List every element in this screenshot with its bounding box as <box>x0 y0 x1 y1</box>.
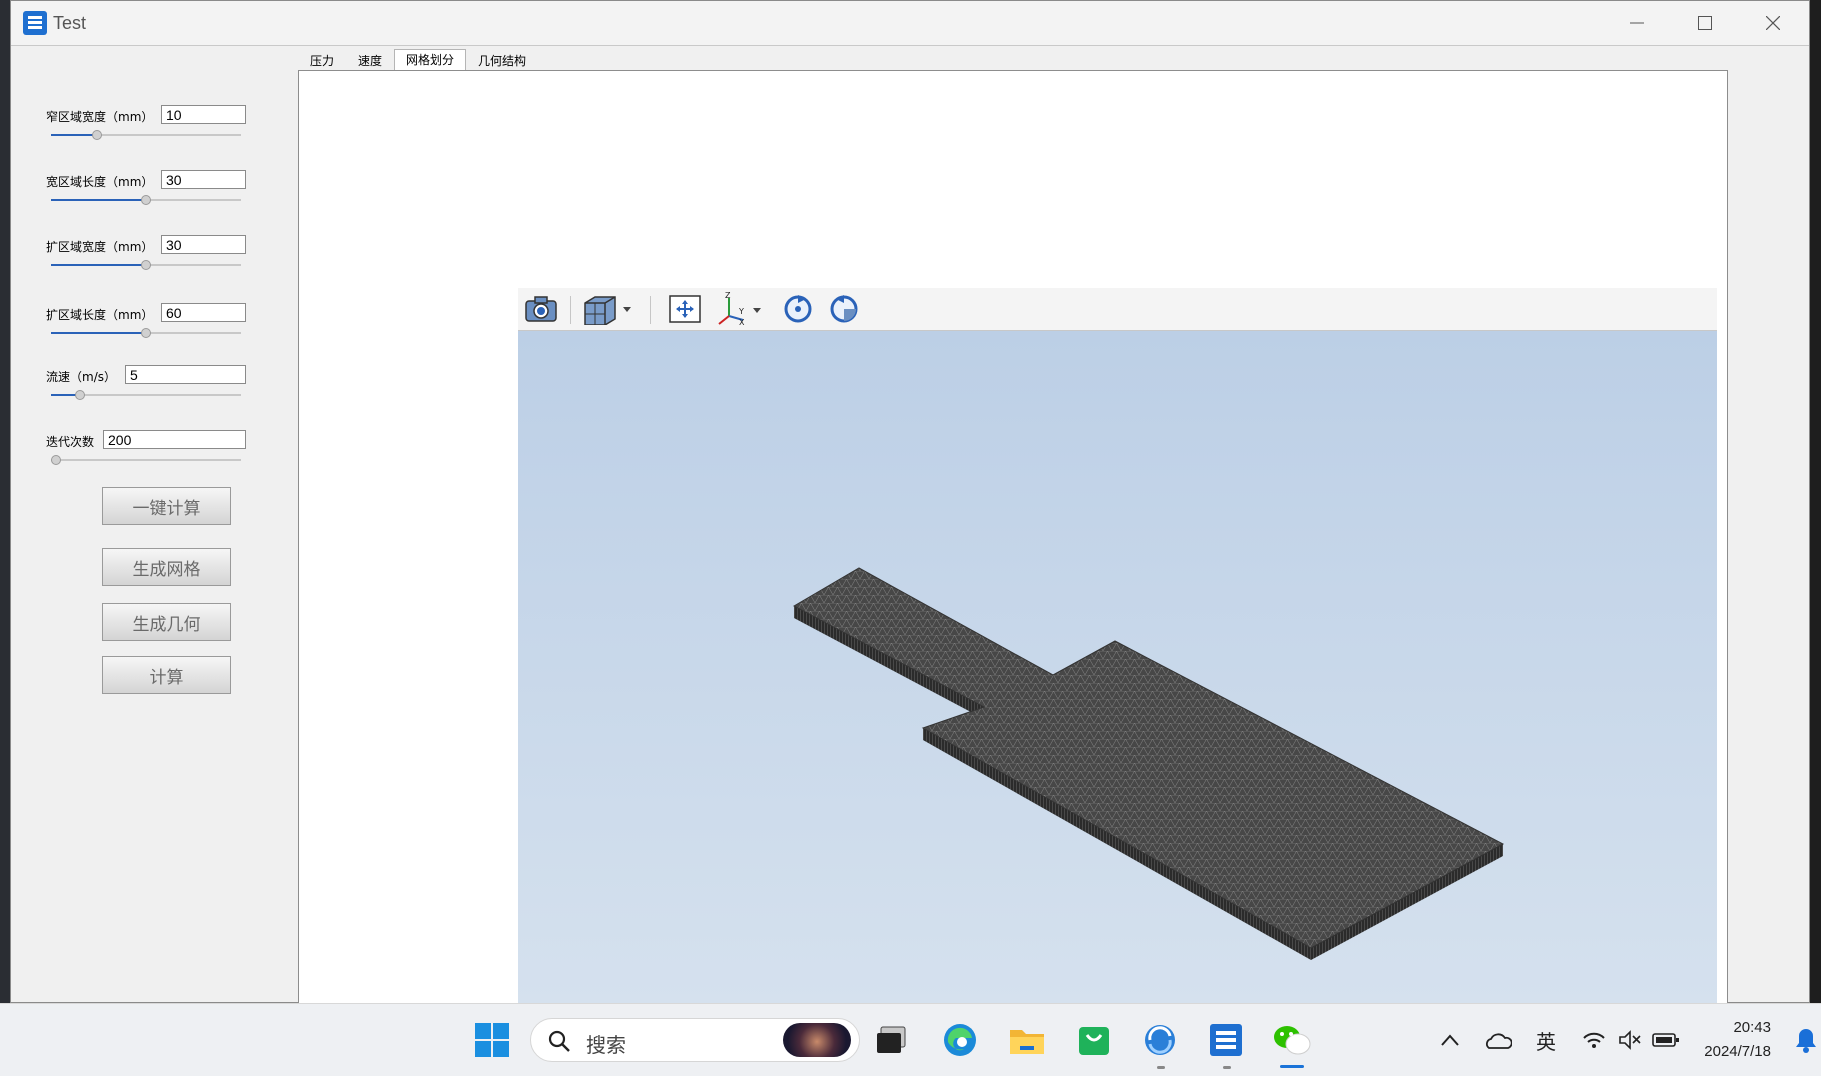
param-label-iterations: 迭代次数 <box>46 435 95 449</box>
test-app-taskbar-icon[interactable] <box>1204 1018 1248 1062</box>
mesh-view[interactable] <box>518 331 1717 1003</box>
param-label-expand-length: 扩区域长度（mm） <box>46 308 154 322</box>
search-placeholder: 搜索 <box>586 1033 626 1057</box>
search-icon <box>548 1030 570 1052</box>
minimize-button[interactable] <box>1603 1 1671 45</box>
edge-icon[interactable] <box>938 1018 982 1062</box>
maximize-button[interactable] <box>1671 1 1739 45</box>
param-label-expand-width: 扩区域宽度（mm） <box>46 240 154 254</box>
expand-length-input[interactable]: 60 <box>161 303 246 322</box>
wechat-icon[interactable] <box>1270 1018 1314 1062</box>
axes-icon[interactable]: ZYX <box>714 292 770 326</box>
svg-text:X: X <box>739 318 745 326</box>
taskbar-clock[interactable]: 20:43 2024/7/18 <box>1704 1016 1771 1064</box>
tab-pressure[interactable]: 压力 <box>298 50 346 71</box>
svg-text:Z: Z <box>725 292 731 300</box>
window-title: Test <box>53 13 87 33</box>
svg-text:Y: Y <box>738 307 744 316</box>
mesh-geometry <box>792 567 1505 960</box>
file-explorer-icon[interactable] <box>1005 1018 1049 1062</box>
compute-button[interactable]: 计算 <box>102 656 231 694</box>
tab-meshing[interactable]: 网格划分 <box>394 49 467 72</box>
one-click-compute-button[interactable]: 一键计算 <box>102 487 231 525</box>
tab-bar: 压力 速度 网格划分 几何结构 <box>298 49 538 72</box>
velocity-slider[interactable] <box>51 389 241 401</box>
clock-date: 2024/7/18 <box>1704 1043 1771 1060</box>
camera-icon[interactable] <box>522 292 560 326</box>
narrow-width-slider[interactable] <box>51 129 241 141</box>
battery-icon[interactable] <box>1644 1018 1688 1062</box>
task-view-icon[interactable] <box>870 1018 914 1062</box>
generate-mesh-button[interactable]: 生成网格 <box>102 548 231 586</box>
store-icon[interactable] <box>1072 1018 1116 1062</box>
expand-width-input[interactable]: 30 <box>161 235 246 254</box>
active-app-indicator <box>1280 1065 1304 1068</box>
rotate-cw-icon[interactable] <box>780 292 816 326</box>
viewer-toolbar: ZYX <box>518 288 1717 331</box>
taskbar-search[interactable]: 搜索 <box>530 1018 860 1062</box>
search-highlight-image <box>783 1023 851 1057</box>
close-button[interactable] <box>1739 1 1807 45</box>
title-bar: Test <box>11 1 1809 46</box>
iterations-slider[interactable] <box>51 454 241 466</box>
param-label-narrow-width: 窄区域宽度（mm） <box>46 110 154 124</box>
clock-time: 20:43 <box>1733 1019 1771 1036</box>
taskbar: 搜索 英 20:43 2024/7/18 <box>0 1003 1821 1076</box>
ime-indicator[interactable]: 英 <box>1524 1018 1568 1062</box>
generate-geometry-button[interactable]: 生成几何 <box>102 603 231 641</box>
narrow-width-input[interactable]: 10 <box>161 105 246 124</box>
tab-geometry[interactable]: 几何结构 <box>466 50 538 71</box>
start-icon[interactable] <box>470 1018 514 1062</box>
param-label-wide-length: 宽区域长度（mm） <box>46 175 154 189</box>
rotate-ccw-icon[interactable] <box>826 292 862 326</box>
running-indicator <box>1223 1066 1231 1069</box>
app-icon <box>23 11 47 35</box>
expand-length-slider[interactable] <box>51 327 241 339</box>
fit-all-icon[interactable] <box>666 292 704 326</box>
param-label-velocity: 流速（m/s） <box>46 370 116 384</box>
wide-length-slider[interactable] <box>51 194 241 206</box>
app-swirl-icon[interactable] <box>1138 1018 1182 1062</box>
expand-width-slider[interactable] <box>51 259 241 271</box>
tab-velocity[interactable]: 速度 <box>346 50 394 71</box>
view-cube-icon[interactable] <box>580 292 638 326</box>
chevron-up-icon[interactable] <box>1428 1018 1472 1062</box>
iterations-input[interactable]: 200 <box>103 430 246 449</box>
wide-length-input[interactable]: 30 <box>161 170 246 189</box>
onedrive-icon[interactable] <box>1476 1018 1520 1062</box>
notification-bell-icon[interactable] <box>1792 1018 1820 1062</box>
running-indicator <box>1157 1066 1165 1069</box>
viewer-3d: ZYX <box>518 288 1717 1003</box>
velocity-input[interactable]: 5 <box>125 365 246 384</box>
